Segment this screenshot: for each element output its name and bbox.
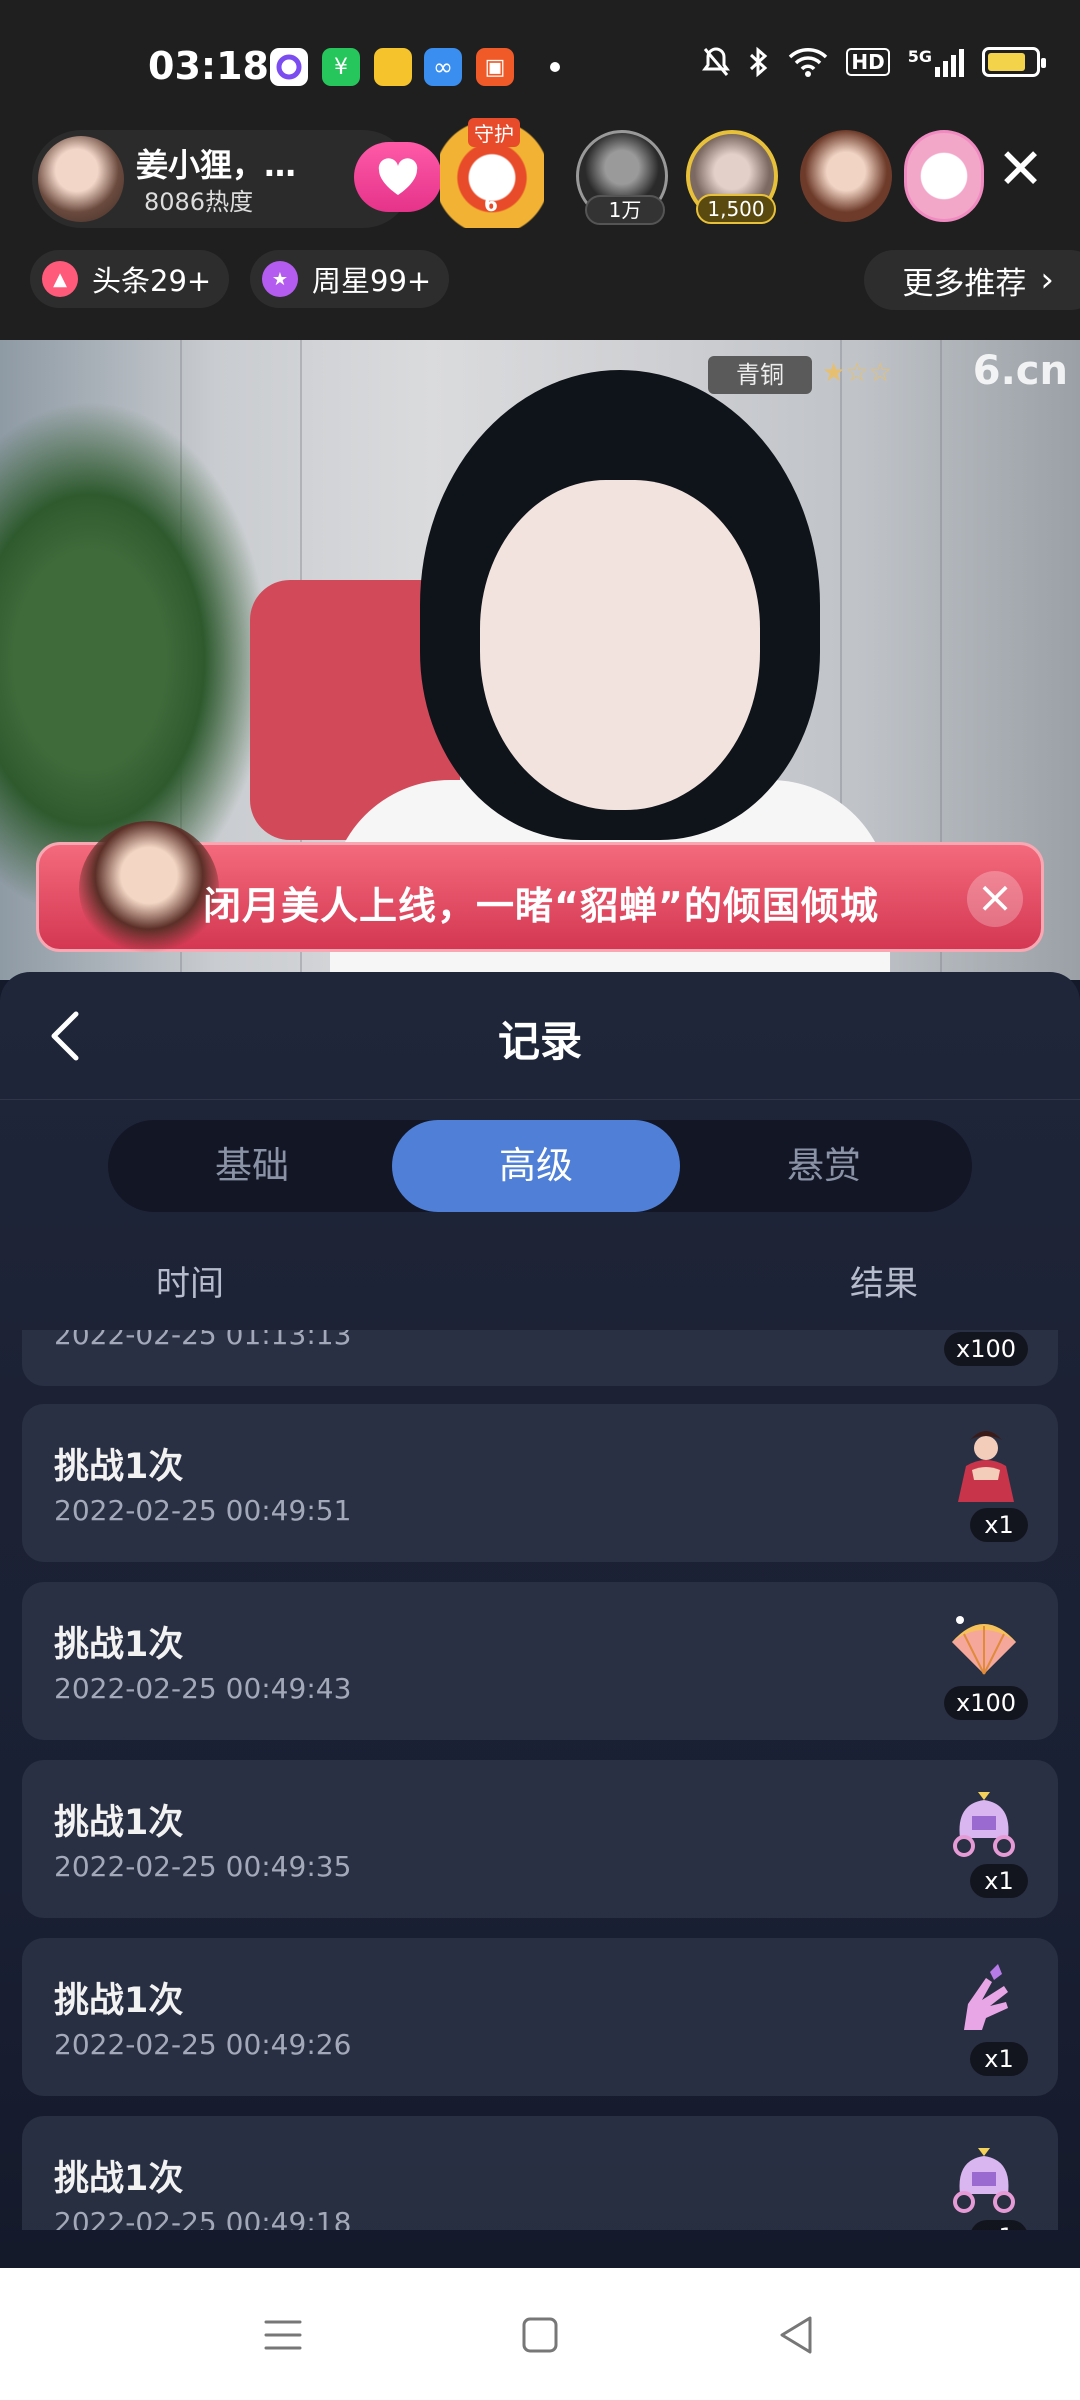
diaochan-gift-icon [958, 1431, 1014, 1502]
battery-icon [982, 47, 1046, 77]
record-row: 挑战1次 2022-02-25 00:49:43 x100 [22, 1582, 1058, 1740]
record-qty: x1 [970, 2220, 1028, 2230]
record-time: 2022-02-25 00:49:51 [54, 1494, 352, 1527]
panel-title: 记录 [497, 1017, 582, 1066]
record-qty: x1 [970, 2042, 1028, 2076]
home-icon[interactable] [515, 2310, 565, 2360]
live-video[interactable]: 青铜 ★☆☆ 6.cn 闭月美人上线，一睹“貂蝉”的倾国倾城 × [0, 340, 1080, 980]
record-time: 2022-02-25 01:13:13 [54, 1330, 352, 1351]
record-row: 挑战1次 2022-02-25 00:49:51 x1 [22, 1404, 1058, 1562]
record-qty: x1 [970, 1864, 1028, 1898]
close-live-button[interactable]: ✕ [997, 142, 1044, 198]
banner-close-button[interactable]: × [967, 871, 1023, 927]
camera-app-icon [270, 48, 308, 86]
record-time: 2022-02-25 00:49:35 [54, 1850, 352, 1883]
record-title: 挑战1次 [54, 1447, 184, 1487]
column-header-result: 结果 [850, 1264, 918, 1304]
bluetooth-icon [750, 46, 768, 78]
live-room-header: 姜小狸，… 8086热度 守护 6 1万 1,500 ✕ ▲ 头条29+ ★ 周… [0, 116, 1080, 340]
record-title: 挑战1次 [54, 2159, 184, 2199]
guard-badge[interactable]: 守护 6 [440, 116, 544, 228]
follow-heart-button[interactable] [354, 142, 442, 212]
wifi-icon [789, 48, 828, 77]
host-card[interactable]: 姜小狸，… 8086热度 [32, 130, 442, 228]
host-name: 姜小狸，… [136, 146, 297, 184]
infinity-app-icon: ∞ [424, 48, 462, 86]
star-icon: ★ [262, 261, 298, 297]
banner-text: 闭月美人上线，一睹“貂蝉”的倾国倾城 [203, 884, 879, 928]
promo-banner[interactable]: 闭月美人上线，一睹“貂蝉”的倾国倾城 × [36, 821, 1044, 957]
system-icons: HD 5G [702, 46, 1046, 78]
chevron-right-icon: › [1040, 260, 1054, 300]
more-notifications-dot [550, 62, 560, 72]
viewer-avatar[interactable]: 1万 [576, 130, 668, 225]
record-title: 挑战1次 [54, 1981, 184, 2021]
shop-app-icon: ▣ [476, 48, 514, 86]
glove-gift-icon [964, 1964, 1008, 2030]
site-watermark: 6.cn [972, 348, 1068, 394]
tab-basic[interactable]: 基础 [108, 1120, 396, 1212]
record-time: 2022-02-25 00:49:18 [54, 2206, 352, 2230]
weekly-star-pill[interactable]: ★ 周星99+ [250, 250, 450, 308]
record-row: 挑战1次 2022-02-25 00:49:18 x1 [22, 2116, 1058, 2230]
carriage-gift-icon [953, 1792, 1015, 1857]
heart-icon [378, 158, 418, 195]
host-heat: 8086热度 [144, 188, 254, 216]
viewer-avatar[interactable]: 1,500 [686, 130, 778, 224]
level-tag: 青铜 [708, 356, 812, 394]
viewer-avatar[interactable] [800, 130, 892, 222]
panel-header: 记录 [0, 972, 1080, 1100]
signal-icon: 5G [908, 47, 964, 77]
tab-bounty[interactable]: 悬赏 [680, 1120, 968, 1212]
record-panel: 记录 基础 高级 悬赏 时间 结果 2022-02-25 01:13:13 x1… [0, 972, 1080, 2268]
headline-pill[interactable]: ▲ 头条29+ [30, 250, 230, 308]
carriage-gift-icon [953, 2148, 1015, 2213]
level-stars: ★☆☆ [822, 358, 892, 388]
more-recommend-button[interactable]: 更多推荐 › [864, 250, 1080, 310]
viewer-avatar[interactable] [904, 130, 984, 222]
status-time: 03:18 [148, 44, 269, 88]
tab-advanced[interactable]: 高级 [392, 1120, 680, 1212]
record-tabs: 基础 高级 悬赏 [108, 1120, 972, 1212]
wallet-app-icon: ¥ [322, 48, 360, 86]
record-row: 挑战1次 2022-02-25 00:49:26 x1 [22, 1938, 1058, 2096]
hd-icon: HD [846, 48, 890, 76]
record-row: 挑战1次 2022-02-25 00:49:35 x1 [22, 1760, 1058, 1918]
streamer-face [480, 480, 760, 810]
menu-icon[interactable] [258, 2310, 308, 2360]
back-icon[interactable] [772, 2310, 822, 2360]
flame-icon: ▲ [42, 261, 78, 297]
host-avatar[interactable] [38, 136, 124, 222]
column-header-time: 时间 [156, 1264, 224, 1304]
record-time: 2022-02-25 00:49:43 [54, 1672, 352, 1705]
record-title: 挑战1次 [54, 1625, 184, 1665]
record-qty: x1 [970, 1508, 1028, 1542]
record-row: 2022-02-25 01:13:13 x100 [22, 1330, 1058, 1386]
record-qty: x100 [943, 1686, 1028, 1720]
record-title: 挑战1次 [54, 1803, 184, 1843]
mute-icon [702, 47, 731, 76]
record-list[interactable]: 2022-02-25 01:13:13 x100 挑战1次 2022-02-25… [0, 1330, 1080, 2230]
shell-gift-icon [952, 1616, 1016, 1675]
system-navigation-bar [0, 2268, 1080, 2400]
record-time: 2022-02-25 00:49:26 [54, 2028, 352, 2061]
diaochan-avatar [79, 821, 219, 957]
notes-app-icon [374, 48, 412, 86]
record-qty: x100 [943, 1332, 1028, 1366]
status-bar: 03:18 ¥ ∞ ▣ HD 5G [0, 0, 1080, 130]
